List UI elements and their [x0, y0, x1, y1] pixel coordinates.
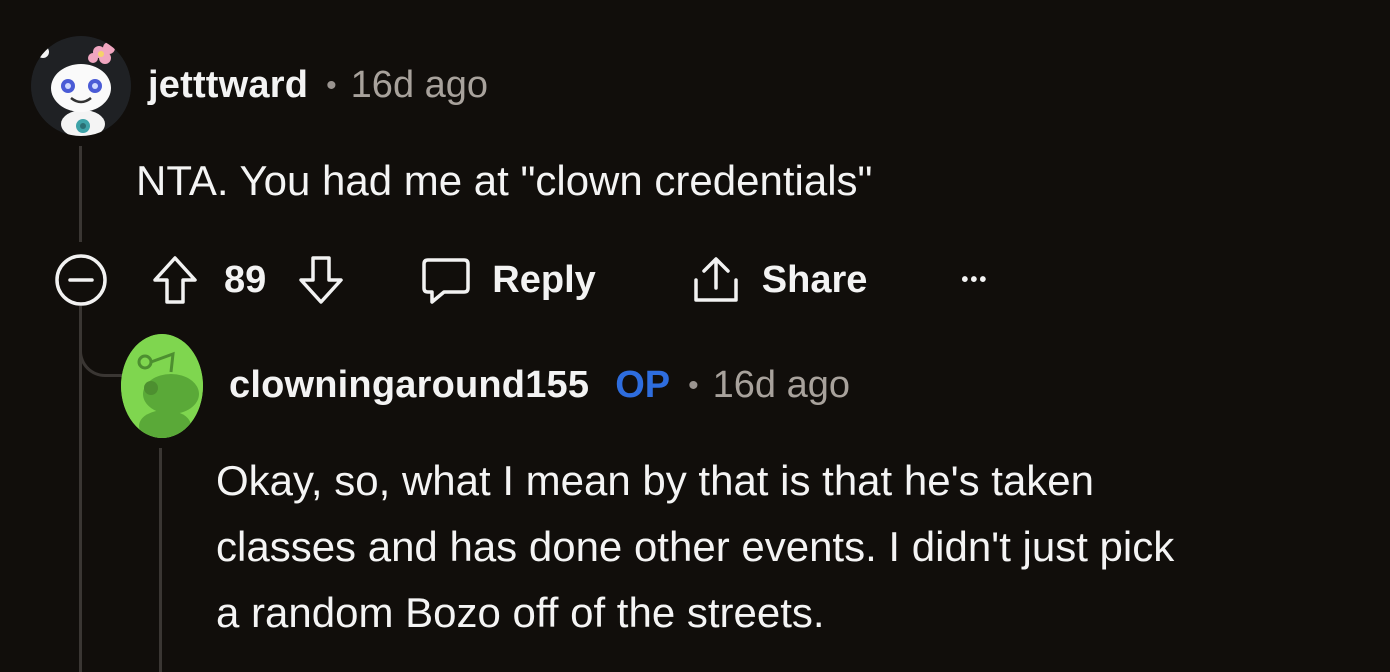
- snoo-avatar-icon: [31, 36, 131, 136]
- reply-separator-dot: •: [688, 368, 699, 402]
- downvote-arrow-icon: [299, 256, 344, 304]
- reply-body: Okay, so, what I mean by that is that he…: [216, 448, 1174, 646]
- op-badge: OP: [615, 364, 671, 406]
- comment-body: NTA. You had me at "clown credentials": [136, 157, 873, 204]
- reply-timestamp[interactable]: 16d ago: [713, 364, 850, 407]
- downvote-button[interactable]: [294, 253, 348, 307]
- reply-body-line: Okay, so, what I mean by that is that he…: [216, 457, 1095, 504]
- reply-button[interactable]: Reply: [420, 254, 596, 306]
- timestamp[interactable]: 16d ago: [351, 64, 488, 107]
- share-button[interactable]: Share: [690, 254, 868, 306]
- collapse-thread-button[interactable]: [54, 253, 108, 307]
- upvote-arrow-icon: [153, 256, 197, 304]
- upvote-button[interactable]: [148, 253, 202, 307]
- share-label: Share: [761, 258, 868, 301]
- thread-elbow: [79, 322, 124, 377]
- reply-user-avatar[interactable]: [121, 334, 203, 438]
- reply-body-line: a random Bozo off of the streets.: [216, 589, 825, 636]
- reply-username[interactable]: clowningaround155: [229, 364, 589, 407]
- share-icon: [694, 257, 738, 302]
- comment-thread: jetttward • 16d ago NTA. You had me at "…: [0, 0, 1390, 672]
- comment-actions: 89 Reply Share •••: [54, 252, 988, 308]
- more-options-button[interactable]: •••: [961, 269, 988, 292]
- thread-line-top[interactable]: [79, 146, 82, 242]
- thread-line-reply[interactable]: [159, 448, 162, 672]
- reply-header: clowningaround155 OP • 16d ago: [229, 364, 850, 407]
- vote-count: 89: [224, 258, 267, 301]
- reply-body-line: classes and has done other events. I did…: [216, 523, 1175, 570]
- username[interactable]: jetttward: [148, 64, 308, 107]
- collapse-minus-icon: [55, 254, 107, 306]
- snoo-default-avatar-icon: [121, 334, 203, 438]
- user-avatar[interactable]: [31, 36, 131, 136]
- reply-label: Reply: [492, 258, 596, 301]
- comment-header: jetttward • 16d ago: [148, 64, 488, 107]
- comment-bubble-icon: [422, 258, 471, 304]
- separator-dot: •: [326, 68, 337, 102]
